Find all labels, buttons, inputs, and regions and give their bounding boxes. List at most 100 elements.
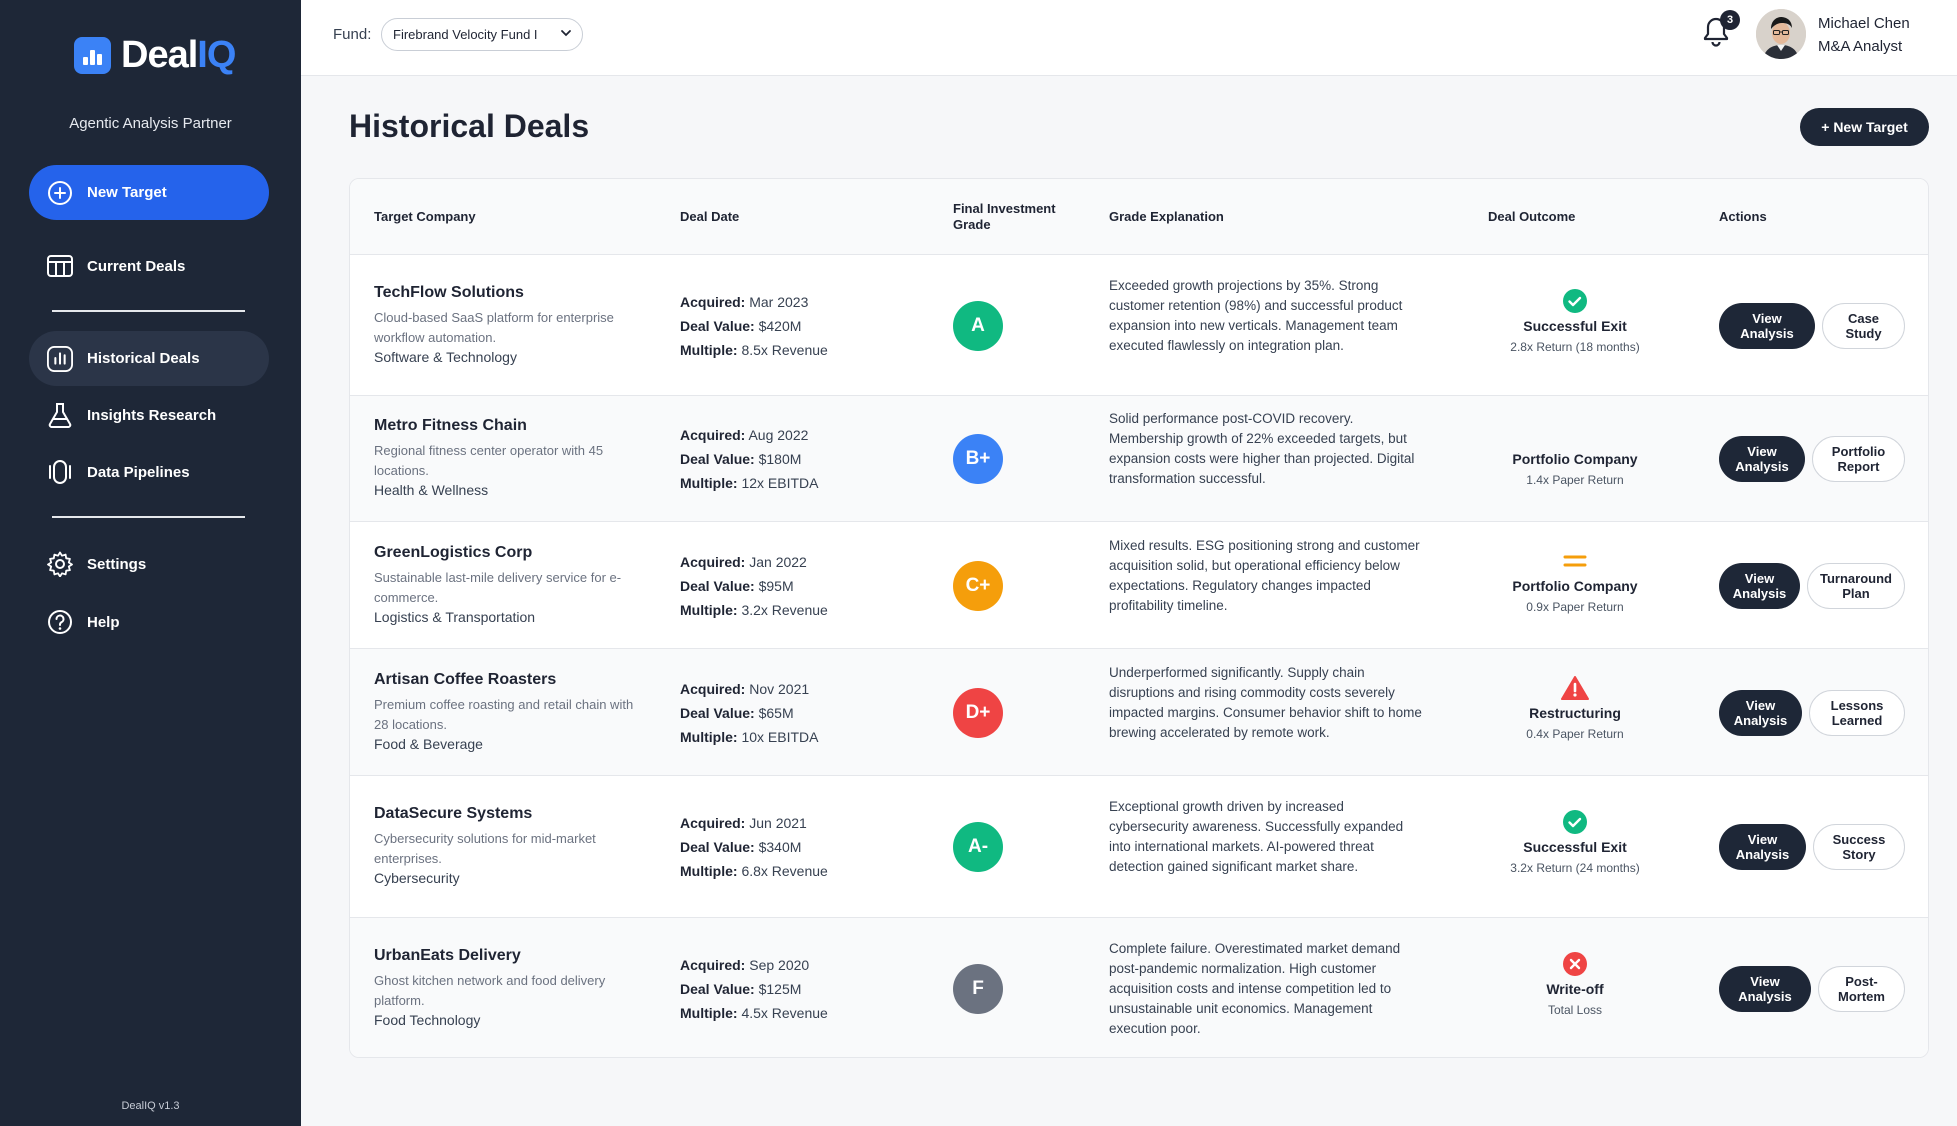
company-name[interactable]: Metro Fitness Chain: [374, 417, 644, 435]
bar-chart-icon: [47, 345, 73, 372]
chevron-down-icon: [560, 27, 572, 42]
company-cell: Metro Fitness Chain Regional fitness cen…: [374, 417, 644, 498]
view-analysis-button[interactable]: View Analysis: [1719, 562, 1800, 609]
app-logo[interactable]: DealIQ: [74, 34, 236, 77]
deal-outcome-cell: Successful Exit 2.8x Return (18 months): [1470, 288, 1680, 354]
new-target-nav-button[interactable]: New Target: [29, 165, 269, 220]
secondary-action-button[interactable]: Post-Mortem: [1818, 965, 1905, 1012]
acquired-line: Acquired: Jan 2022: [680, 550, 900, 574]
table-row: Artisan Coffee Roasters Premium coffee r…: [350, 649, 1928, 776]
deal-value: $180M: [758, 451, 802, 467]
secondary-action-button[interactable]: Portfolio Report: [1812, 436, 1905, 482]
sidebar-item-historical-deals[interactable]: Historical Deals: [29, 331, 269, 386]
sidebar-item-insights-research[interactable]: Insights Research: [29, 395, 269, 435]
secondary-action-button[interactable]: Success Story: [1813, 824, 1905, 870]
view-analysis-button[interactable]: View Analysis: [1719, 302, 1815, 349]
logo-text-accent: IQ: [197, 34, 236, 76]
acquired-label: Acquired:: [680, 956, 746, 973]
company-sector: Logistics & Transportation: [374, 608, 536, 625]
acquired-value: Nov 2021: [749, 680, 810, 697]
company-name[interactable]: UrbanEats Delivery: [374, 947, 644, 965]
acquired-line: Acquired: Aug 2022: [680, 423, 900, 447]
view-analysis-button[interactable]: View Analysis: [1719, 436, 1805, 482]
deal-value-line: Deal Value: $95M: [680, 574, 900, 598]
deal-details-cell: Acquired: Nov 2021 Deal Value: $65M Mult…: [680, 677, 900, 749]
acquired-value: Sep 2020: [749, 956, 810, 973]
deal-value-label: Deal Value:: [680, 451, 755, 467]
table-row: DataSecure Systems Cybersecurity solutio…: [350, 776, 1928, 918]
view-analysis-button[interactable]: View Analysis: [1719, 824, 1806, 870]
outcome-title: Write-off: [1546, 980, 1604, 997]
multiple-label: Multiple:: [680, 1004, 738, 1021]
deal-value-line: Deal Value: $340M: [680, 835, 900, 859]
fund-select[interactable]: Firebrand Velocity Fund I: [381, 18, 583, 51]
logo-text: Deal: [121, 34, 198, 76]
multiple-value: 10x EBITDA: [741, 728, 819, 745]
outcome-title: Portfolio Company: [1512, 451, 1638, 467]
grade-badge: C+: [953, 560, 1003, 611]
grade-badge: A-: [953, 822, 1003, 872]
x-circle-icon: [1470, 951, 1680, 977]
deal-value-label: Deal Value:: [680, 704, 755, 721]
equals-icon: [1470, 548, 1680, 574]
acquired-line: Acquired: Jun 2021: [680, 811, 900, 835]
grade-explanation: Exceeded growth projections by 35%. Stro…: [1109, 277, 1403, 353]
sidebar-item-label: Insights Research: [87, 406, 217, 424]
multiple-value: 6.8x Revenue: [741, 863, 828, 879]
sidebar-item-help[interactable]: Help: [29, 602, 269, 642]
multiple-value: 12x EBITDA: [741, 475, 819, 491]
multiple-label: Multiple:: [680, 475, 738, 491]
multiple-line: Multiple: 4.5x Revenue: [680, 1001, 900, 1025]
deal-outcome-cell: Successful Exit 3.2x Return (24 months): [1470, 809, 1680, 875]
secondary-action-button[interactable]: Case Study: [1822, 302, 1905, 349]
company-name[interactable]: DataSecure Systems: [374, 805, 644, 823]
historical-deals-table: Target Company Deal Date Final Investmen…: [349, 178, 1929, 1058]
company-description: Premium coffee roasting and retail chain…: [374, 696, 634, 732]
sidebar-item-current-deals[interactable]: Current Deals: [29, 246, 269, 286]
company-sector: Food & Beverage: [374, 735, 483, 752]
avatar[interactable]: [1756, 9, 1806, 59]
fund-select-value: Firebrand Velocity Fund I: [393, 27, 538, 42]
deal-value: $340M: [758, 839, 802, 855]
user-role: M&A Analyst: [1818, 38, 1903, 55]
company-name[interactable]: Artisan Coffee Roasters: [374, 671, 644, 689]
deal-value-label: Deal Value:: [680, 839, 755, 855]
sidebar-item-data-pipelines[interactable]: Data Pipelines: [29, 452, 269, 492]
deal-details-cell: Acquired: Jun 2021 Deal Value: $340M Mul…: [680, 811, 900, 883]
multiple-value: 8.5x Revenue: [741, 341, 828, 358]
multiple-value: 3.2x Revenue: [741, 601, 828, 618]
view-analysis-button[interactable]: View Analysis: [1719, 689, 1802, 736]
company-cell: Artisan Coffee Roasters Premium coffee r…: [374, 671, 644, 752]
help-circle-icon: [47, 609, 73, 635]
grade-explanation: Solid performance post-COVID recovery. M…: [1109, 411, 1415, 486]
deal-value: $65M: [758, 704, 794, 721]
flask-icon: [47, 402, 73, 428]
grade-badge: B+: [953, 434, 1003, 484]
company-name[interactable]: GreenLogistics Corp: [374, 544, 644, 562]
sidebar-item-label: Current Deals: [87, 257, 186, 275]
secondary-action-button[interactable]: Turnaround Plan: [1807, 562, 1905, 609]
acquired-line: Acquired: Mar 2023: [680, 290, 900, 314]
sidebar-item-settings[interactable]: Settings: [29, 544, 269, 584]
company-name[interactable]: TechFlow Solutions: [374, 284, 644, 302]
warning-icon: [1470, 675, 1680, 701]
deal-value: $125M: [758, 980, 802, 997]
multiple-line: Multiple: 12x EBITDA: [680, 471, 900, 495]
grade-badge: A: [953, 300, 1003, 351]
view-analysis-button[interactable]: View Analysis: [1719, 965, 1811, 1012]
sidebar-item-label: Historical Deals: [87, 350, 200, 367]
table-icon: [47, 253, 73, 279]
multiple-label: Multiple:: [680, 863, 738, 879]
company-sector: Software & Technology: [374, 348, 517, 365]
secondary-action-button[interactable]: Lessons Learned: [1809, 689, 1905, 736]
table-row: Metro Fitness Chain Regional fitness cen…: [350, 396, 1928, 522]
new-target-button[interactable]: + New Target: [1800, 108, 1929, 146]
company-cell: UrbanEats Delivery Ghost kitchen network…: [374, 947, 644, 1028]
outcome-detail: Total Loss: [1547, 1002, 1603, 1017]
grade-explanation: Complete failure. Overestimated market d…: [1109, 940, 1401, 1036]
company-description: Sustainable last-mile delivery service f…: [374, 569, 622, 605]
outcome-title: Portfolio Company: [1512, 577, 1638, 594]
sidebar-item-label: Help: [87, 613, 120, 631]
acquired-label: Acquired:: [680, 293, 746, 310]
deal-value: $95M: [758, 577, 794, 594]
